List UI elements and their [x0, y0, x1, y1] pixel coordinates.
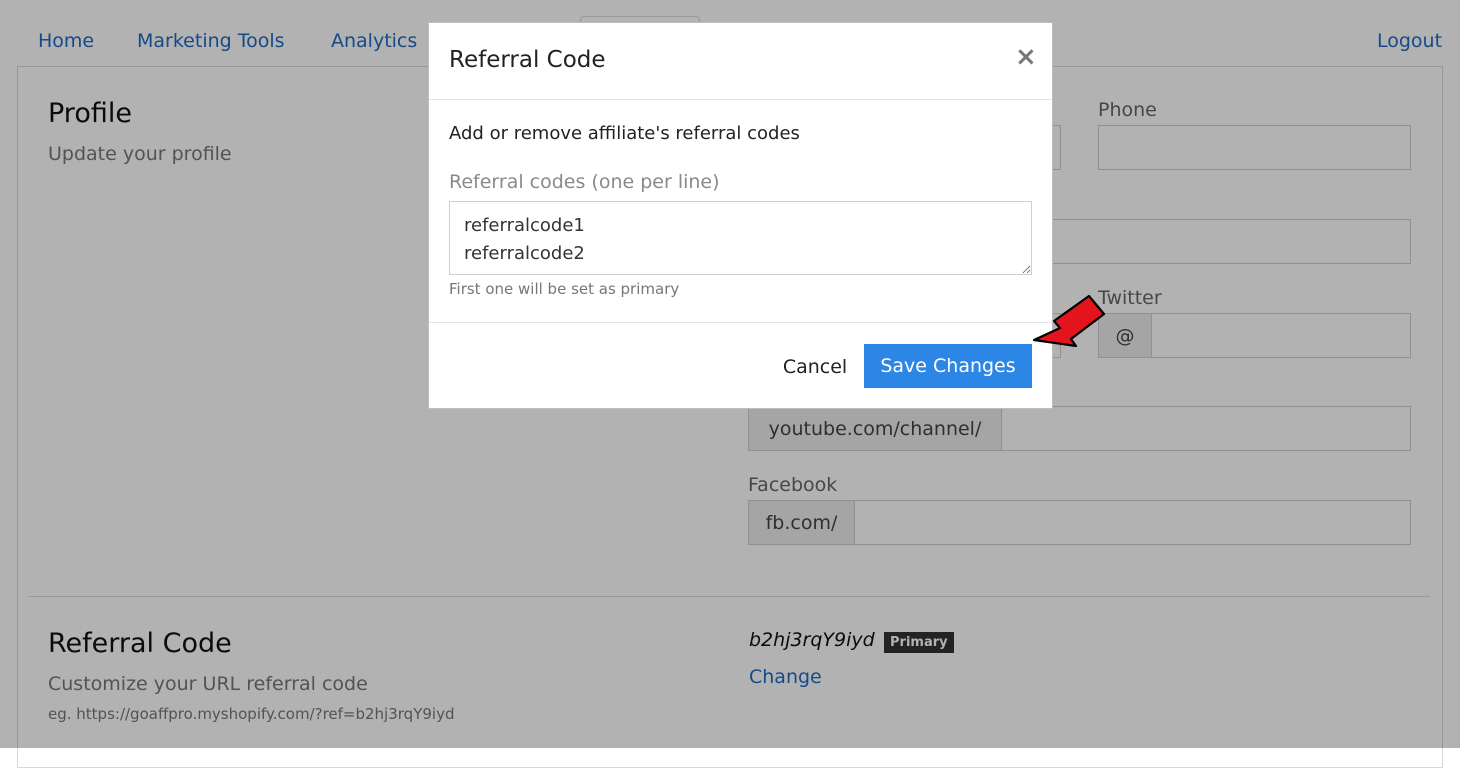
pointer-arrow-icon	[1032, 294, 1106, 348]
referral-codes-textarea[interactable]: referralcode1 referralcode2	[449, 201, 1032, 275]
close-icon[interactable]: ×	[1015, 43, 1037, 71]
referral-code-modal: Referral Code × Add or remove affiliate'…	[428, 22, 1053, 409]
modal-footer-divider	[429, 322, 1052, 323]
modal-title: Referral Code	[449, 47, 606, 73]
save-changes-button[interactable]: Save Changes	[864, 344, 1032, 388]
modal-header-divider	[429, 99, 1052, 100]
referral-codes-help: First one will be set as primary	[449, 280, 680, 298]
referral-codes-label: Referral codes (one per line)	[449, 171, 720, 193]
cancel-button[interactable]: Cancel	[765, 345, 865, 389]
modal-description: Add or remove affiliate's referral codes	[449, 123, 800, 144]
